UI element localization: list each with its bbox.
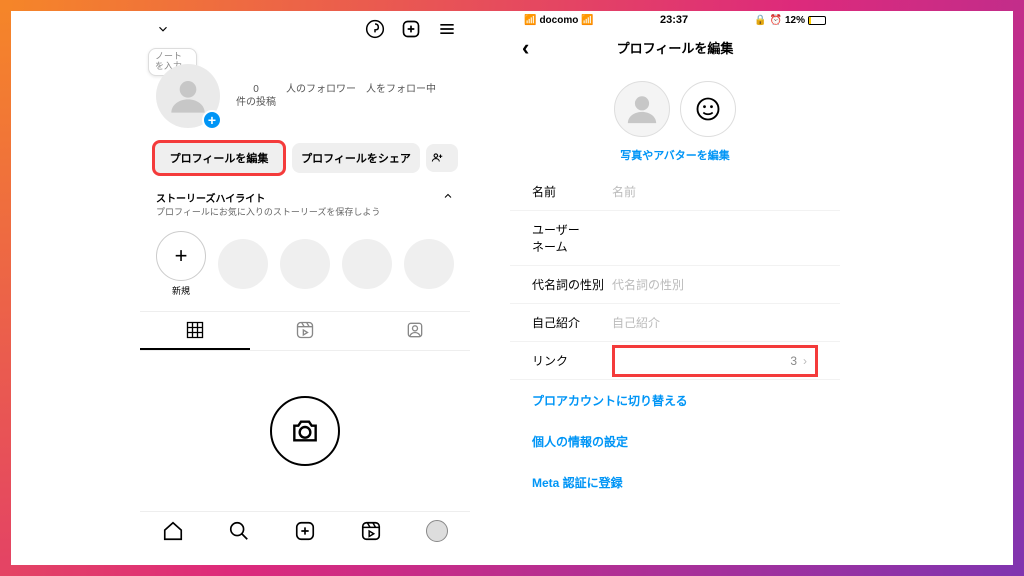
profile-stats: 0件の投稿 人のフォロワー 人をフォロー中 [236,83,436,109]
posts-label: 件の投稿 [236,96,276,109]
back-button[interactable]: ‹ [522,35,529,61]
profile-avatar[interactable]: + [156,64,220,128]
battery-icon [808,16,826,25]
posts-count: 0 [236,83,276,96]
add-story-badge[interactable]: + [202,110,222,130]
following-label[interactable]: 人をフォロー中 [366,83,436,109]
followers-label[interactable]: 人のフォロワー [286,83,356,109]
edit-profile-title: プロフィールを編集 [617,38,734,57]
